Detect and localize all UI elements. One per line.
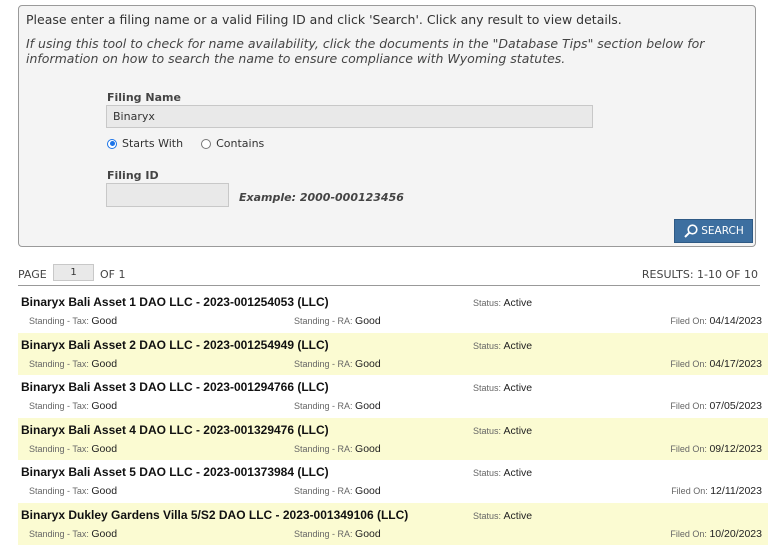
result-title[interactable]: Binaryx Bali Asset 1 DAO LLC - 2023-0012…	[21, 295, 329, 309]
filing-name-label: Filing Name	[107, 91, 181, 104]
starts-with-radio[interactable]	[107, 138, 117, 149]
result-filed-on: Filed On: 09/12/2023	[670, 442, 762, 455]
result-standing-ra: Standing - RA: Good	[294, 485, 381, 497]
result-title[interactable]: Binaryx Bali Asset 3 DAO LLC - 2023-0012…	[21, 380, 329, 394]
pager: PAGE OF 1 RESULTS: 1-10 OF 10	[18, 264, 758, 286]
search-instruction: Please enter a filing name or a valid Fi…	[26, 12, 622, 27]
result-row[interactable]: Binaryx Dukley Gardens Villa 5/S2 DAO LL…	[18, 502, 768, 545]
result-filed-on: Filed On: 04/17/2023	[670, 357, 762, 370]
filing-id-input[interactable]	[106, 183, 229, 207]
search-button-label: SEARCH	[701, 225, 744, 237]
result-status: Status: Active	[473, 424, 533, 437]
result-standing-tax: Standing - Tax: Good	[29, 357, 118, 370]
result-filed-on: Filed On: 12/11/2023	[671, 485, 762, 497]
contains-label[interactable]: Contains	[216, 137, 264, 150]
results-list: Binaryx Bali Asset 1 DAO LLC - 2023-0012…	[18, 290, 768, 545]
result-status: Status: Active	[473, 297, 533, 309]
result-title[interactable]: Binaryx Bali Asset 4 DAO LLC - 2023-0013…	[21, 423, 329, 437]
database-tip: If using this tool to check for name ava…	[26, 36, 705, 66]
search-panel: Please enter a filing name or a valid Fi…	[18, 5, 756, 247]
result-filed-on: Filed On: 10/20/2023	[670, 527, 762, 540]
result-status: Status: Active	[473, 467, 533, 479]
result-title[interactable]: Binaryx Bali Asset 5 DAO LLC - 2023-0013…	[21, 465, 329, 479]
result-row[interactable]: Binaryx Bali Asset 4 DAO LLC - 2023-0013…	[18, 417, 768, 460]
page-total: OF 1	[100, 268, 126, 281]
filing-id-label: Filing ID	[107, 169, 159, 182]
contains-radio[interactable]	[201, 138, 212, 149]
result-standing-ra: Standing - RA: Good	[294, 442, 381, 455]
starts-with-label[interactable]: Starts With	[122, 137, 183, 150]
result-standing-tax: Standing - Tax: Good	[29, 400, 118, 412]
result-standing-ra: Standing - RA: Good	[294, 357, 381, 370]
result-standing-tax: Standing - Tax: Good	[29, 527, 118, 540]
result-standing-ra: Standing - RA: Good	[294, 527, 381, 540]
page-number-input[interactable]	[53, 264, 94, 281]
result-status: Status: Active	[473, 382, 533, 394]
magnifier-icon	[684, 224, 698, 238]
result-row[interactable]: Binaryx Bali Asset 2 DAO LLC - 2023-0012…	[18, 332, 768, 375]
result-standing-ra: Standing - RA: Good	[294, 400, 381, 412]
result-standing-tax: Standing - Tax: Good	[29, 442, 118, 455]
result-filed-on: Filed On: 04/14/2023	[670, 315, 762, 327]
result-standing-tax: Standing - Tax: Good	[29, 485, 118, 497]
pager-divider	[18, 285, 760, 286]
result-status: Status: Active	[473, 339, 533, 352]
results-count: RESULTS: 1-10 OF 10	[641, 268, 758, 281]
result-title[interactable]: Binaryx Bali Asset 2 DAO LLC - 2023-0012…	[21, 338, 329, 352]
filing-name-input[interactable]	[106, 105, 593, 128]
result-title[interactable]: Binaryx Dukley Gardens Villa 5/S2 DAO LL…	[21, 508, 408, 522]
result-row[interactable]: Binaryx Bali Asset 3 DAO LLC - 2023-0012…	[18, 375, 768, 418]
result-row[interactable]: Binaryx Bali Asset 5 DAO LLC - 2023-0013…	[18, 460, 768, 503]
result-standing-ra: Standing - RA: Good	[294, 315, 381, 327]
filing-id-example: Example: 2000-000123456	[239, 191, 404, 204]
result-standing-tax: Standing - Tax: Good	[29, 315, 118, 327]
search-button[interactable]: SEARCH	[674, 219, 753, 243]
result-filed-on: Filed On: 07/05/2023	[670, 400, 762, 412]
result-status: Status: Active	[473, 509, 533, 522]
result-row[interactable]: Binaryx Bali Asset 1 DAO LLC - 2023-0012…	[18, 290, 768, 333]
page-label: PAGE	[18, 268, 47, 281]
search-mode-group: Starts With Contains	[107, 137, 264, 150]
